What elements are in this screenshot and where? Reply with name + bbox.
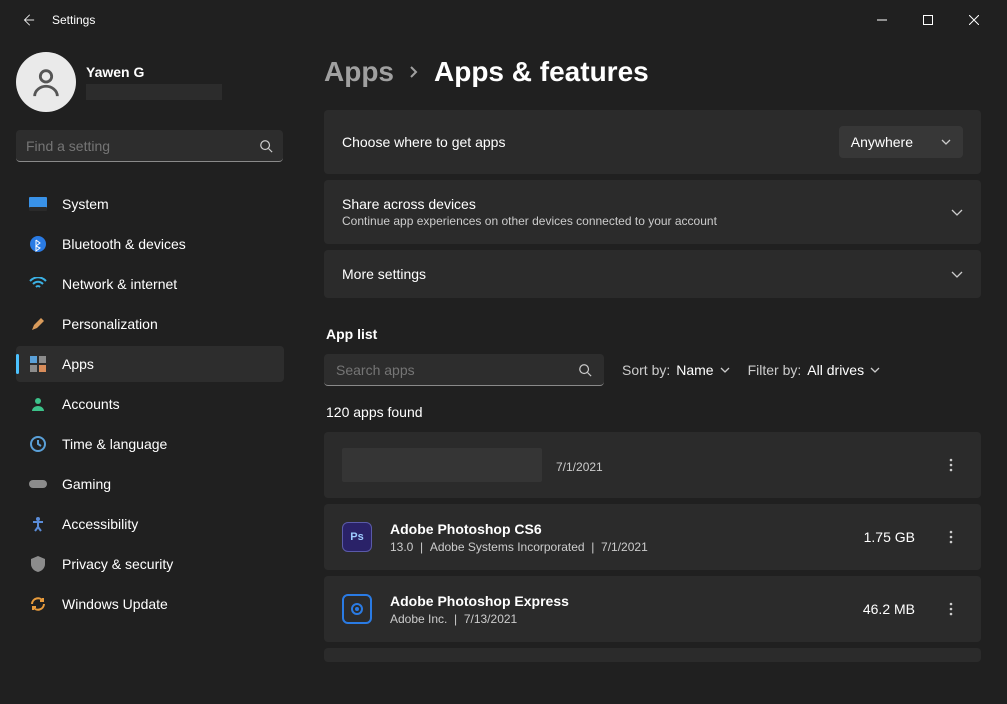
- app-count: 120 apps found: [326, 404, 981, 420]
- sidebar-item-gaming[interactable]: Gaming: [16, 466, 284, 502]
- breadcrumb-root[interactable]: Apps: [324, 56, 394, 88]
- sidebar-item-label: Accounts: [62, 396, 120, 412]
- sidebar-item-personalization[interactable]: Personalization: [16, 306, 284, 342]
- sidebar-item-time[interactable]: Time & language: [16, 426, 284, 462]
- chevron-right-icon: [408, 66, 420, 78]
- card-title: More settings: [342, 266, 951, 282]
- more-button[interactable]: [939, 525, 963, 549]
- profile-block[interactable]: Yawen G: [16, 52, 284, 112]
- accessibility-icon: [28, 514, 48, 534]
- shield-icon: [28, 554, 48, 574]
- paintbrush-icon: [28, 314, 48, 334]
- profile-email-redacted: [86, 84, 222, 100]
- apps-icon: [28, 354, 48, 374]
- chevron-down-icon: [951, 271, 963, 278]
- app-size: 1.75 GB: [864, 529, 915, 545]
- sidebar-item-network[interactable]: Network & internet: [16, 266, 284, 302]
- profile-name: Yawen G: [86, 64, 222, 80]
- sidebar: Yawen G System Bluetooth & devices Netwo…: [0, 40, 300, 704]
- sidebar-item-label: Personalization: [62, 316, 158, 332]
- sidebar-item-label: Time & language: [62, 436, 167, 452]
- app-list-label: App list: [326, 326, 981, 342]
- main-content: Apps Apps & features Choose where to get…: [300, 40, 1007, 704]
- sidebar-item-privacy[interactable]: Privacy & security: [16, 546, 284, 582]
- sidebar-item-update[interactable]: Windows Update: [16, 586, 284, 622]
- app-row[interactable]: 7/1/2021: [324, 432, 981, 498]
- page-title: Apps & features: [434, 56, 649, 88]
- card-app-source: Choose where to get apps Anywhere: [324, 110, 981, 174]
- sidebar-item-system[interactable]: System: [16, 186, 284, 222]
- filter-label: Filter by:: [748, 362, 802, 378]
- app-icon: Ps: [342, 522, 372, 552]
- clock-icon: [28, 434, 48, 454]
- sidebar-item-apps[interactable]: Apps: [16, 346, 284, 382]
- card-title: Choose where to get apps: [342, 134, 839, 150]
- chevron-down-icon: [941, 139, 951, 145]
- system-icon: [28, 194, 48, 214]
- card-title: Share across devices: [342, 196, 951, 212]
- wifi-icon: [28, 274, 48, 294]
- titlebar: Settings: [0, 0, 1007, 40]
- sort-value: Name: [676, 362, 713, 378]
- maximize-button[interactable]: [905, 5, 951, 35]
- avatar: [16, 52, 76, 112]
- sidebar-item-label: Privacy & security: [62, 556, 173, 572]
- sidebar-item-bluetooth[interactable]: Bluetooth & devices: [16, 226, 284, 262]
- sidebar-item-accounts[interactable]: Accounts: [16, 386, 284, 422]
- app-meta: Adobe Inc. | 7/13/2021: [390, 612, 863, 626]
- more-button[interactable]: [939, 597, 963, 621]
- sidebar-item-label: Bluetooth & devices: [62, 236, 186, 252]
- filter-value: All drives: [807, 362, 864, 378]
- sidebar-item-label: Accessibility: [62, 516, 138, 532]
- app-row-partial[interactable]: [324, 648, 981, 662]
- card-description: Continue app experiences on other device…: [342, 214, 951, 228]
- filter-by-dropdown[interactable]: Filter by: All drives: [748, 362, 880, 378]
- app-size: 46.2 MB: [863, 601, 915, 617]
- accounts-icon: [28, 394, 48, 414]
- app-name: Adobe Photoshop CS6: [390, 521, 864, 537]
- search-input[interactable]: [26, 138, 259, 154]
- sidebar-item-label: System: [62, 196, 109, 212]
- bluetooth-icon: [28, 234, 48, 254]
- chevron-down-icon: [720, 367, 730, 373]
- gaming-icon: [28, 474, 48, 494]
- settings-search[interactable]: [16, 130, 283, 162]
- app-source-dropdown[interactable]: Anywhere: [839, 126, 963, 158]
- sidebar-item-accessibility[interactable]: Accessibility: [16, 506, 284, 542]
- app-search[interactable]: [324, 354, 604, 386]
- app-search-input[interactable]: [336, 362, 578, 378]
- sort-label: Sort by:: [622, 362, 670, 378]
- sidebar-item-label: Gaming: [62, 476, 111, 492]
- chevron-down-icon: [870, 367, 880, 373]
- breadcrumb: Apps Apps & features: [324, 56, 981, 88]
- chevron-down-icon: [951, 209, 963, 216]
- search-icon: [259, 139, 273, 153]
- sidebar-item-label: Apps: [62, 356, 94, 372]
- app-date: 7/1/2021: [556, 460, 939, 474]
- card-more-settings[interactable]: More settings: [324, 250, 981, 298]
- card-share-devices[interactable]: Share across devices Continue app experi…: [324, 180, 981, 244]
- app-icon: [342, 594, 372, 624]
- sort-by-dropdown[interactable]: Sort by: Name: [622, 362, 730, 378]
- app-redacted: [342, 448, 542, 482]
- app-name: Adobe Photoshop Express: [390, 593, 863, 609]
- back-button[interactable]: [18, 10, 38, 30]
- update-icon: [28, 594, 48, 614]
- more-button[interactable]: [939, 453, 963, 477]
- app-row[interactable]: Ps Adobe Photoshop CS6 13.0 | Adobe Syst…: [324, 504, 981, 570]
- minimize-button[interactable]: [859, 5, 905, 35]
- app-row[interactable]: Adobe Photoshop Express Adobe Inc. | 7/1…: [324, 576, 981, 642]
- dropdown-value: Anywhere: [851, 134, 913, 150]
- sidebar-item-label: Network & internet: [62, 276, 177, 292]
- close-button[interactable]: [951, 5, 997, 35]
- app-meta: 13.0 | Adobe Systems Incorporated | 7/1/…: [390, 540, 864, 554]
- search-icon: [578, 363, 592, 377]
- window-title: Settings: [52, 13, 859, 27]
- sidebar-item-label: Windows Update: [62, 596, 168, 612]
